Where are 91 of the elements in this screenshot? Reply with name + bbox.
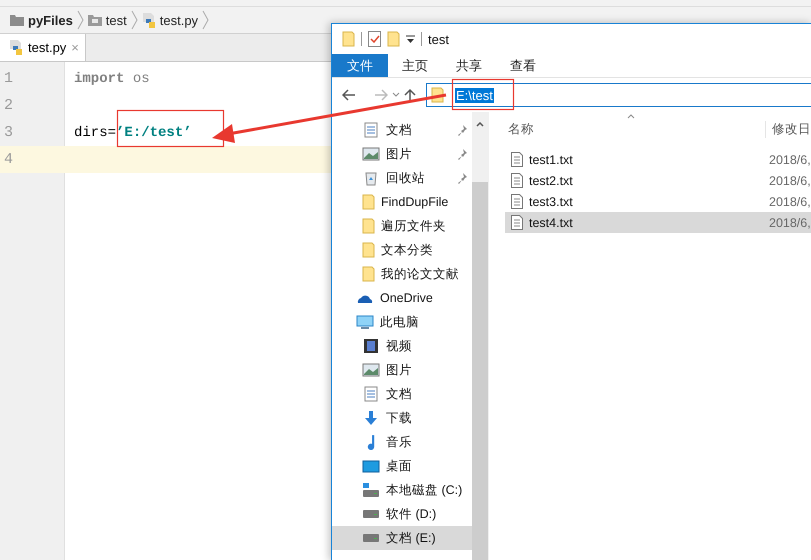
computer-icon	[356, 314, 374, 330]
drive-icon	[362, 482, 380, 498]
music-note-icon	[367, 434, 375, 450]
file-row[interactable]: test3.txt 2018/6,	[505, 191, 811, 212]
nav-item[interactable]: 本地磁盘 (C:)	[332, 478, 472, 502]
nav-item[interactable]: 图片	[332, 142, 472, 166]
file-row[interactable]: test2.txt 2018/6,	[505, 170, 811, 191]
nav-item[interactable]: 音乐	[332, 430, 472, 454]
folder-icon	[362, 242, 375, 258]
nav-item[interactable]: 视频	[332, 334, 472, 358]
python-file-icon	[9, 40, 23, 55]
code-line: import os	[73, 70, 150, 86]
breadcrumb-item[interactable]: test	[106, 12, 127, 28]
download-arrow-icon	[362, 410, 380, 426]
back-arrow-icon[interactable]	[342, 89, 356, 101]
file-date: 2018/6,	[769, 216, 811, 230]
nav-item[interactable]: 文档 (E:)	[332, 526, 472, 550]
file-date: 2018/6,	[769, 152, 811, 166]
folder-icon	[362, 266, 375, 282]
tab-label: test.py	[28, 40, 66, 55]
line-number: 4	[3, 151, 14, 168]
properties-icon[interactable]	[368, 31, 381, 47]
caret-icon[interactable]	[392, 92, 400, 98]
folder-icon	[342, 31, 355, 47]
breadcrumb-separator-icon	[202, 10, 210, 30]
pin-icon	[456, 124, 468, 136]
file-name: test3.txt	[529, 194, 574, 208]
address-text: E:\test	[455, 88, 494, 102]
folder-icon	[88, 14, 102, 26]
file-row[interactable]: test1.txt 2018/6,	[505, 149, 811, 170]
breadcrumb-separator-icon	[76, 10, 84, 30]
editor-tab[interactable]: test.py ×	[0, 34, 86, 61]
film-icon	[362, 338, 380, 354]
pictures-icon	[362, 146, 380, 162]
nav-item[interactable]: 下载	[332, 406, 472, 430]
ribbon-tab[interactable]: 主页	[388, 54, 442, 77]
desktop-icon	[362, 458, 380, 474]
nav-item[interactable]: 文档	[332, 382, 472, 406]
pin-icon	[456, 172, 468, 184]
drive-icon	[362, 510, 380, 518]
nav-item[interactable]: 桌面	[332, 454, 472, 478]
nav-item[interactable]: 我的论文文献	[332, 262, 472, 286]
pin-icon	[456, 148, 468, 160]
column-header[interactable]: 修改日	[765, 120, 811, 138]
file-name: test2.txt	[529, 174, 574, 188]
up-arrow-icon[interactable]	[404, 88, 416, 102]
text-file-icon	[511, 194, 523, 209]
file-date: 2018/6,	[769, 174, 811, 188]
text-file-icon	[511, 152, 523, 167]
folder-icon	[362, 218, 375, 234]
code-line: dirs=’E:/test’	[73, 124, 192, 140]
sort-caret-icon	[627, 114, 635, 119]
nav-item[interactable]: 此电脑	[332, 310, 472, 334]
breadcrumb-item[interactable]: test.py	[160, 12, 198, 28]
python-file-icon	[142, 12, 156, 28]
file-date: 2018/6,	[769, 194, 811, 208]
folder-icon	[362, 194, 375, 210]
document-icon	[362, 386, 380, 402]
nav-item[interactable]: 文档	[332, 118, 472, 142]
file-name: test1.txt	[529, 152, 574, 166]
text-file-icon	[511, 173, 523, 188]
window-title: test	[428, 32, 449, 46]
ribbon-tab[interactable]: 共享	[442, 54, 496, 77]
nav-item[interactable]: 回收站	[332, 166, 472, 190]
scrollbar[interactable]	[472, 112, 488, 560]
document-icon	[362, 122, 380, 138]
line-number: 2	[3, 97, 14, 114]
dropdown-icon[interactable]	[406, 35, 415, 43]
folder-icon	[10, 14, 24, 26]
ribbon-tab[interactable]: 查看	[496, 54, 550, 77]
file-name: test4.txt	[529, 216, 574, 230]
file-row[interactable]: test4.txt 2018/6,	[505, 212, 811, 233]
nav-item[interactable]: 图片	[332, 358, 472, 382]
ribbon-tab[interactable]: 文件	[332, 54, 388, 77]
nav-item[interactable]: 文本分类	[332, 238, 472, 262]
nav-item[interactable]: 软件 (D:)	[332, 502, 472, 526]
column-header[interactable]: 名称	[505, 120, 765, 138]
breadcrumb-item[interactable]: pyFiles	[28, 12, 73, 28]
address-bar[interactable]: E:\test	[426, 83, 811, 107]
scroll-up-icon[interactable]	[476, 122, 484, 126]
breadcrumb-separator-icon	[130, 10, 138, 30]
line-number: 1	[3, 70, 14, 87]
nav-item[interactable]: FindDupFile	[332, 190, 472, 214]
pictures-icon	[362, 362, 380, 378]
text-file-icon	[511, 215, 523, 230]
drive-icon	[362, 534, 380, 542]
line-number: 3	[3, 124, 14, 141]
new-folder-icon	[387, 31, 400, 47]
nav-item[interactable]: 遍历文件夹	[332, 214, 472, 238]
annotation-box	[452, 78, 514, 110]
nav-item[interactable]: OneDrive	[332, 286, 472, 310]
